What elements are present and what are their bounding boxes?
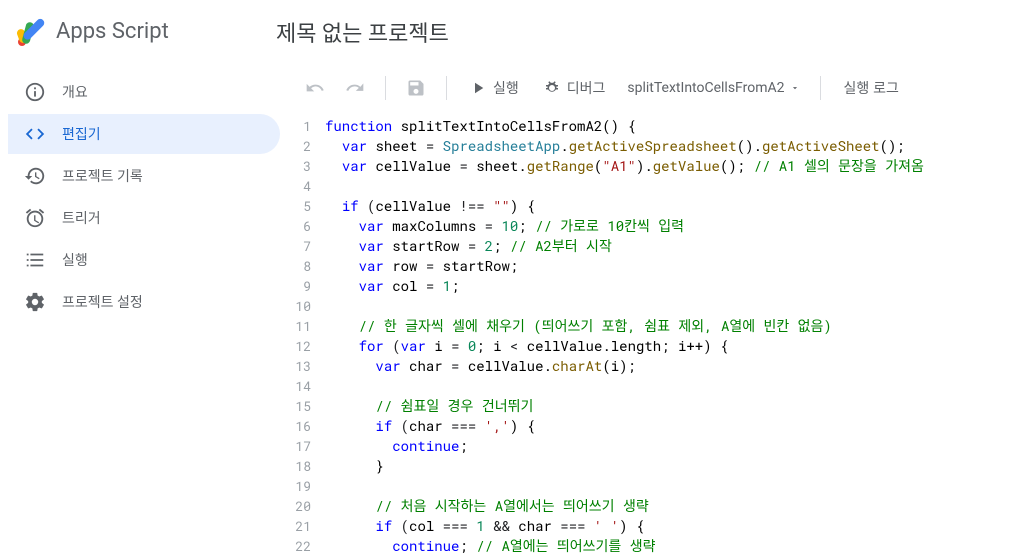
toolbar-separator [446,76,447,100]
line-number: 14 [281,376,311,396]
run-label: 실행 [493,78,519,98]
bug-icon [543,79,561,97]
redo-button[interactable] [337,70,373,106]
sidebar-item-label: 트리거 [62,208,101,228]
line-number: 7 [281,236,311,256]
toolbar-separator [385,76,386,100]
line-number: 12 [281,336,311,356]
code-line[interactable] [321,176,1010,196]
code-area[interactable]: function splitTextIntoCellsFromA2() { va… [321,112,1010,556]
sidebar-item-triggers[interactable]: 트리거 [8,198,280,238]
code-line[interactable]: var row = startRow; [321,256,1010,276]
function-selector[interactable]: splitTextIntoCellsFromA2 [619,70,808,106]
undo-icon [305,78,325,98]
list-icon [24,249,46,271]
code-icon [24,123,46,145]
sidebar-item-label: 실행 [62,250,88,270]
code-line[interactable] [321,296,1010,316]
product-name: Apps Script [56,19,169,44]
code-line[interactable]: function splitTextIntoCellsFromA2() { [321,116,1010,136]
save-icon [406,78,426,98]
project-title[interactable]: 제목 없는 프로젝트 [276,16,449,48]
sidebar-item-label: 프로젝트 기록 [62,166,143,186]
sidebar-item-label: 편집기 [62,124,101,144]
code-line[interactable]: continue; [321,436,1010,456]
function-selected-label: splitTextIntoCellsFromA2 [627,80,784,96]
info-icon [24,81,46,103]
line-number-gutter: 123456789101112131415161718192021222324 [281,112,321,556]
line-number: 18 [281,456,311,476]
line-number: 15 [281,396,311,416]
sidebar-item-overview[interactable]: 개요 [8,72,280,112]
sidebar-item-label: 프로젝트 설정 [62,292,143,312]
log-label: 실행 로그 [843,78,898,98]
gear-icon [24,291,46,313]
line-number: 10 [281,296,311,316]
debug-button[interactable]: 디버그 [533,70,616,106]
sidebar-item-executions[interactable]: 실행 [8,240,280,280]
sidebar-item-editor[interactable]: 편집기 [8,114,280,154]
line-number: 1 [281,116,311,136]
code-line[interactable]: for (var i = 0; i < cellValue.length; i+… [321,336,1010,356]
line-number: 2 [281,136,311,156]
save-button[interactable] [398,70,434,106]
apps-script-logo-icon [16,16,48,48]
line-number: 20 [281,496,311,516]
sidebar-item-label: 개요 [62,82,88,102]
editor-toolbar: 실행 디버그 splitTextIntoCellsFromA2 실행 로그 [281,64,1010,112]
line-number: 16 [281,416,311,436]
code-line[interactable] [321,376,1010,396]
alarm-icon [24,207,46,229]
line-number: 9 [281,276,311,296]
line-number: 4 [281,176,311,196]
code-line[interactable]: var col = 1; [321,276,1010,296]
line-number: 22 [281,536,311,556]
app-header: Apps Script 제목 없는 프로젝트 [0,0,1010,64]
line-number: 21 [281,516,311,536]
code-line[interactable]: var startRow = 2; // A2부터 시작 [321,236,1010,256]
code-line[interactable]: } [321,456,1010,476]
redo-icon [345,78,365,98]
code-line[interactable]: var char = cellValue.charAt(i); [321,356,1010,376]
code-line[interactable]: var sheet = SpreadsheetApp.getActiveSpre… [321,136,1010,156]
code-line[interactable]: // 쉼표일 경우 건너뛰기 [321,396,1010,416]
undo-button[interactable] [297,70,333,106]
code-line[interactable]: if (col === 1 && char === ' ') { [321,516,1010,536]
dropdown-arrow-icon [790,83,800,93]
line-number: 6 [281,216,311,236]
run-button[interactable]: 실행 [459,70,529,106]
line-number: 8 [281,256,311,276]
line-number: 5 [281,196,311,216]
line-number: 13 [281,356,311,376]
line-number: 19 [281,476,311,496]
line-number: 3 [281,156,311,176]
code-editor[interactable]: 123456789101112131415161718192021222324 … [281,112,1010,556]
sidebar-item-history[interactable]: 프로젝트 기록 [8,156,280,196]
code-line[interactable] [321,476,1010,496]
debug-label: 디버그 [567,78,606,98]
code-line[interactable]: var cellValue = sheet.getRange("A1").get… [321,156,1010,176]
line-number: 17 [281,436,311,456]
code-line[interactable]: // 처음 시작하는 A열에서는 띄어쓰기 생략 [321,496,1010,516]
sidebar-nav: 개요 편집기 프로젝트 기록 트리거 [0,64,280,556]
execution-log-button[interactable]: 실행 로그 [833,70,908,106]
code-line[interactable]: if (char === ',') { [321,416,1010,436]
history-icon [24,165,46,187]
play-icon [469,79,487,97]
code-line[interactable]: var maxColumns = 10; // 가로로 10칸씩 입력 [321,216,1010,236]
toolbar-separator [820,76,821,100]
code-line[interactable]: if (cellValue !== "") { [321,196,1010,216]
code-line[interactable]: // 한 글자씩 셀에 채우기 (띄어쓰기 포함, 쉼표 제외, A열에 빈칸 … [321,316,1010,336]
logo-area: Apps Script [16,16,276,48]
main-area: 실행 디버그 splitTextIntoCellsFromA2 실행 로그 12… [280,64,1010,556]
code-line[interactable]: continue; // A열에는 띄어쓰기를 생략 [321,536,1010,556]
line-number: 11 [281,316,311,336]
sidebar-item-settings[interactable]: 프로젝트 설정 [8,282,280,322]
